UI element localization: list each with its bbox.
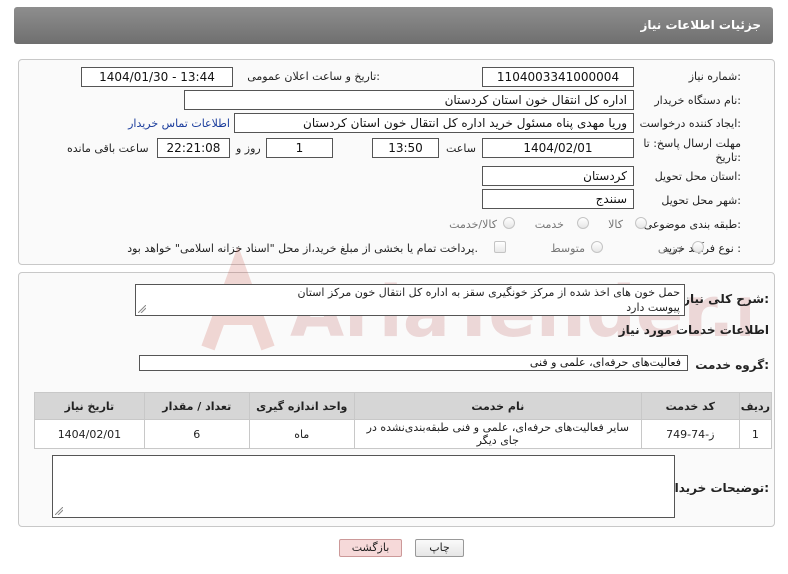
service-group-field: فعالیت‌های حرفه‌ای، علمی و فنی [139,355,688,371]
cell-qty: 6 [143,419,250,449]
resize-handle-icon[interactable] [138,305,146,313]
deadline-label-line1: مهلت ارسال پاسخ: تا [643,137,741,150]
city-field: سنندج [482,189,634,209]
col-name: نام خدمت [353,392,642,420]
description-textarea[interactable]: حمل خون های اخذ شده از مرکز خونگیری سقز … [135,284,685,316]
deadline-label: مهلت ارسال پاسخ: تا تاریخ: [643,137,741,165]
buyer-notes-label: توضیحات خریدار: [667,481,769,495]
remaining-time-field: 22:21:08 [157,138,230,158]
category-label: طبقه بندی موضوعی: [643,218,741,231]
resize-handle-icon[interactable] [55,507,63,515]
col-row: ردیف [738,392,773,420]
need-number-field: 1104003341000004 [482,67,634,87]
buyer-contact-link[interactable]: اطلاعات تماس خریدار [128,117,230,130]
cell-date: 1404/02/01 [34,419,145,449]
remaining-time-label: ساعت باقی مانده [67,142,149,155]
buyer-org-field: اداره کل انتقال خون استان کردستان [184,90,634,110]
print-button[interactable]: چاپ [415,539,464,557]
creator-label: ایجاد کننده درخواست: [639,117,741,130]
cell-code: ز-74-749 [640,419,740,449]
buyer-notes-textarea[interactable] [52,455,675,518]
category-option-service: خدمت [534,218,564,231]
cell-row: 1 [738,419,773,449]
table-row: 1 ز-74-749 سایر فعالیت‌های حرفه‌ای، علمی… [34,419,773,449]
services-table: ردیف کد خدمت نام خدمت واحد اندازه گیری ت… [34,392,773,449]
category-radio-goods-service[interactable] [503,217,515,229]
category-radio-service[interactable] [577,217,589,229]
description-label: شرح کلی نیاز: [683,292,769,306]
city-label: شهر محل تحویل: [661,194,741,207]
announce-label: تاریخ و ساعت اعلان عمومی: [247,70,380,83]
description-line1: حمل خون های اخذ شده از مرکز خونگیری سقز … [297,286,680,299]
days-remaining-field: 1 [266,138,333,158]
category-option-goods-service: کالا/خدمت [449,218,497,231]
category-radio-goods[interactable] [635,217,647,229]
back-button[interactable]: بازگشت [339,539,402,557]
cell-unit: ماه [248,419,355,449]
col-code: کد خدمت [640,392,740,420]
deadline-time-label: ساعت [446,142,476,155]
col-date: تاریخ نیاز [34,392,145,420]
services-section-title: اطلاعات خدمات مورد نیاز [618,323,769,337]
page-title: جزئیات اطلاعات نیاز [640,18,761,32]
cell-name: سایر فعالیت‌های حرفه‌ای، علمی و فنی طبقه… [353,419,642,449]
buyer-org-label: نام دستگاه خریدار: [654,94,741,107]
province-field: کردستان [482,166,634,186]
days-label: روز و [236,142,261,155]
col-qty: تعداد / مقدار [143,392,250,420]
service-group-label: گروه خدمت: [695,358,769,372]
deadline-date-field: 1404/02/01 [482,138,634,158]
services-table-header: ردیف کد خدمت نام خدمت واحد اندازه گیری ت… [34,392,773,420]
page-header: جزئیات اطلاعات نیاز [14,7,773,44]
need-number-label: شماره نیاز: [688,70,741,83]
deadline-time-field: 13:50 [372,138,439,158]
announce-datetime-field: 1404/01/30 - 13:44 [81,67,233,87]
creator-field: وریا مهدی پناه مسئول خرید اداره کل انتقا… [234,113,634,133]
deadline-label-line2: تاریخ: [715,151,741,164]
description-line2: پیوست دارد [626,301,680,314]
col-unit: واحد اندازه گیری [248,392,355,420]
category-option-goods: کالا [608,218,623,231]
province-label: استان محل تحویل: [654,170,741,183]
